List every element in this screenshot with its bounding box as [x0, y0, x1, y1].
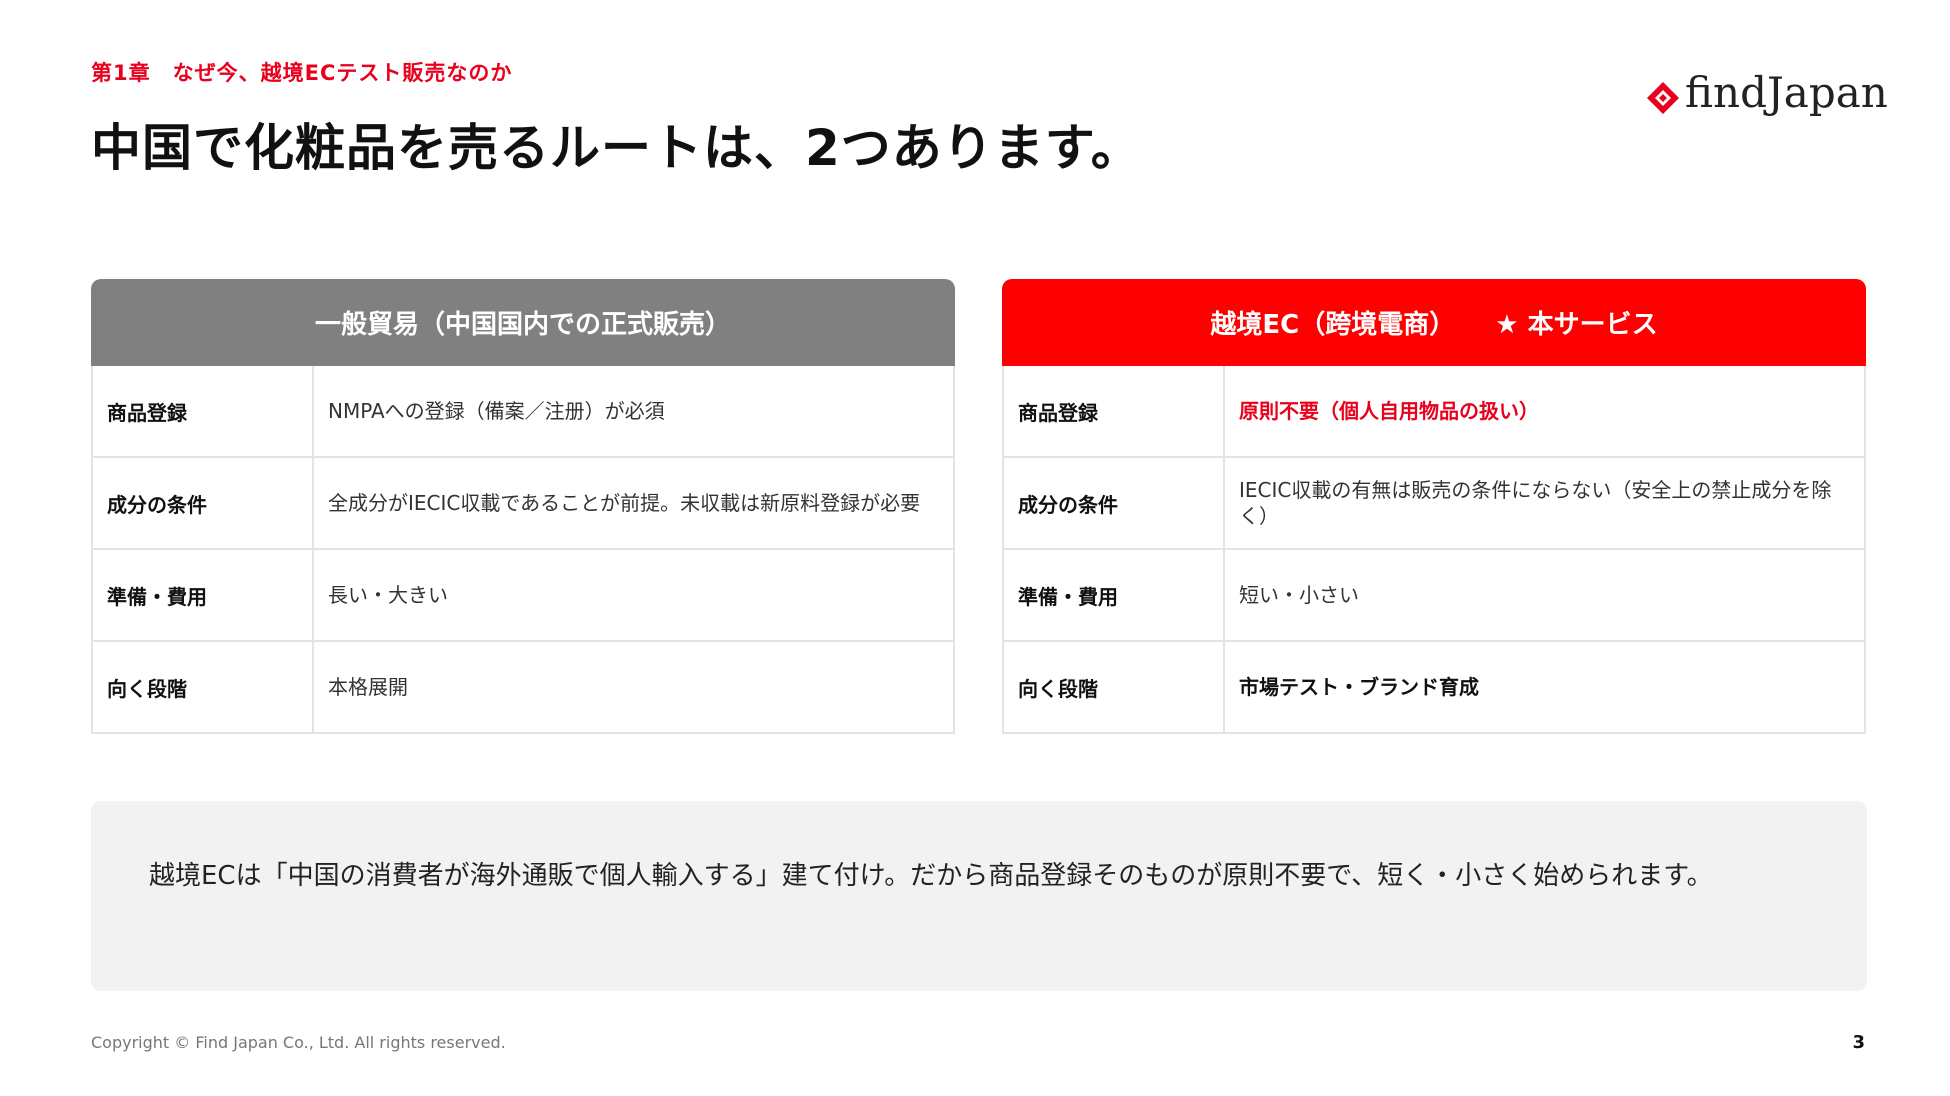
table-row: 準備・費用 短い・小さい [1004, 550, 1864, 642]
general-trade-header: 一般貿易（中国国内での正式販売） [91, 279, 955, 366]
row-value: NMPAへの登録（備案／注册）が必須 [328, 399, 665, 423]
row-label: 準備・費用 [1004, 550, 1225, 640]
table-row: 成分の条件 全成分がIECIC収載であることが前提。未収載は新原料登録が必要 [93, 458, 953, 550]
row-value: IECIC収載の有無は販売の条件にならない（安全上の禁止成分を除く） [1239, 478, 1832, 528]
row-value: 短い・小さい [1239, 583, 1359, 607]
page-number: 3 [1852, 1032, 1865, 1053]
cross-border-ec-table: 越境EC（跨境電商） ★ 本サービス 商品登録 原則不要（個人自用物品の扱い） … [1002, 279, 1866, 734]
find-japan-logo: findJapan [1645, 68, 1888, 130]
row-label: 向く段階 [1004, 642, 1225, 732]
row-label: 準備・費用 [93, 550, 314, 640]
general-trade-heading: 一般貿易（中国国内での正式販売） [314, 310, 731, 340]
service-badge: ★ 本サービス [1495, 310, 1658, 340]
row-value: 全成分がIECIC収載であることが前提。未収載は新原料登録が必要 [328, 491, 921, 515]
row-value: 市場テスト・ブランド育成 [1239, 675, 1479, 699]
table-row: 向く段階 本格展開 [93, 642, 953, 734]
row-value: 本格展開 [328, 675, 408, 699]
row-value: 原則不要（個人自用物品の扱い） [1239, 399, 1539, 423]
copyright-footer: Copyright © Find Japan Co., Ltd. All rig… [91, 1033, 506, 1052]
row-label: 向く段階 [93, 642, 314, 732]
cross-border-ec-heading: 越境EC（跨境電商） [1210, 310, 1456, 340]
row-label: 商品登録 [93, 366, 314, 456]
general-trade-table: 一般貿易（中国国内での正式販売） 商品登録 NMPAへの登録（備案／注册）が必須… [91, 279, 955, 734]
row-label: 成分の条件 [1004, 458, 1225, 548]
table-row: 向く段階 市場テスト・ブランド育成 [1004, 642, 1864, 734]
logo-wordmark: findJapan [1685, 68, 1888, 117]
row-label: 成分の条件 [93, 458, 314, 548]
row-label: 商品登録 [1004, 366, 1225, 456]
table-row: 成分の条件 IECIC収載の有無は販売の条件にならない（安全上の禁止成分を除く） [1004, 458, 1864, 550]
summary-note: 越境ECは「中国の消費者が海外通販で個人輸入する」建て付け。だから商品登録そのも… [91, 801, 1867, 991]
table-row: 準備・費用 長い・大きい [93, 550, 953, 642]
chapter-label: 第1章 なぜ今、越境ECテスト販売なのか [91, 61, 513, 85]
summary-note-text: 越境ECは「中国の消費者が海外通販で個人輸入する」建て付け。だから商品登録そのも… [149, 861, 1713, 891]
diamond-logo-icon [1647, 82, 1679, 114]
row-value: 長い・大きい [328, 583, 448, 607]
cross-border-ec-header: 越境EC（跨境電商） ★ 本サービス [1002, 279, 1866, 366]
table-row: 商品登録 NMPAへの登録（備案／注册）が必須 [93, 366, 953, 458]
table-row: 商品登録 原則不要（個人自用物品の扱い） [1004, 366, 1864, 458]
page-title: 中国で化粧品を売るルートは、2つあります。 [91, 119, 1142, 177]
